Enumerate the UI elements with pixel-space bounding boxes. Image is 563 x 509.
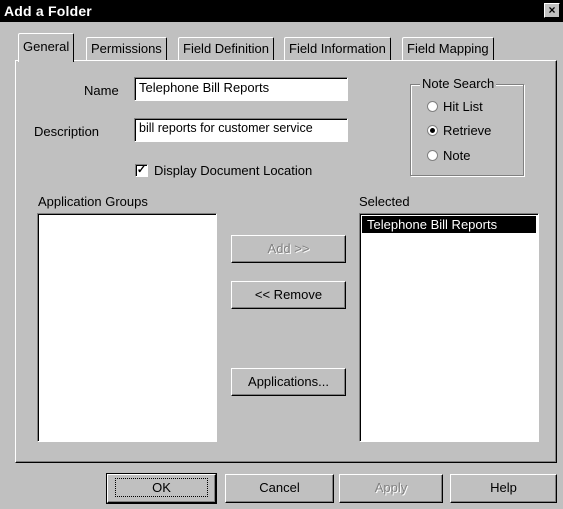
tab-label: Permissions xyxy=(91,41,162,56)
close-icon: × xyxy=(548,3,556,17)
radio-label: Retrieve xyxy=(443,123,492,138)
remove-button[interactable]: << Remove xyxy=(231,281,346,309)
tab-general[interactable]: General xyxy=(18,33,75,62)
tab-field-mapping[interactable]: Field Mapping xyxy=(402,37,494,61)
description-field[interactable]: bill reports for customer service xyxy=(134,118,348,142)
applications-button[interactable]: Applications... xyxy=(231,368,346,396)
application-groups-list[interactable] xyxy=(37,213,217,442)
tab-permissions[interactable]: Permissions xyxy=(86,37,167,61)
tab-label: General xyxy=(23,39,70,54)
radio-label: Hit List xyxy=(443,99,483,114)
selected-label: Selected xyxy=(359,194,410,209)
tab-label: Field Definition xyxy=(183,41,269,56)
tab-field-information[interactable]: Field Information xyxy=(284,37,391,61)
window-title: Add a Folder xyxy=(4,3,92,19)
note-search-title: Note Search xyxy=(420,76,497,91)
tab-label: Field Information xyxy=(289,41,386,56)
add-folder-dialog: Add a Folder × General Permissions Field… xyxy=(0,0,563,509)
ok-button[interactable]: OK xyxy=(106,473,217,504)
radio-retrieve[interactable]: Retrieve xyxy=(427,123,491,138)
help-button[interactable]: Help xyxy=(450,474,557,503)
title-bar[interactable]: Add a Folder × xyxy=(0,0,563,22)
radio-label: Note xyxy=(443,148,471,163)
close-button[interactable]: × xyxy=(544,3,560,18)
name-label: Name xyxy=(84,83,119,98)
add-button[interactable]: Add >> xyxy=(231,235,346,263)
application-groups-label: Application Groups xyxy=(38,194,148,209)
display-location-label[interactable]: Display Document Location xyxy=(154,163,312,178)
radio-hit-list[interactable]: Hit List xyxy=(427,99,483,114)
description-label: Description xyxy=(34,124,100,139)
radio-selected-icon xyxy=(427,125,438,136)
ok-label: OK xyxy=(115,478,208,497)
cancel-button[interactable]: Cancel xyxy=(225,474,334,503)
selected-list[interactable]: Telephone Bill Reports xyxy=(359,213,539,442)
apply-button[interactable]: Apply xyxy=(339,474,443,503)
check-icon: ✓ xyxy=(136,164,147,176)
radio-icon xyxy=(427,101,438,112)
radio-note[interactable]: Note xyxy=(427,148,470,163)
tab-field-definition[interactable]: Field Definition xyxy=(178,37,274,61)
tab-label: Field Mapping xyxy=(407,41,489,56)
display-location-checkbox[interactable]: ✓ xyxy=(135,164,148,177)
name-field[interactable]: Telephone Bill Reports xyxy=(134,77,348,101)
radio-icon xyxy=(427,150,438,161)
list-item[interactable]: Telephone Bill Reports xyxy=(362,216,536,233)
